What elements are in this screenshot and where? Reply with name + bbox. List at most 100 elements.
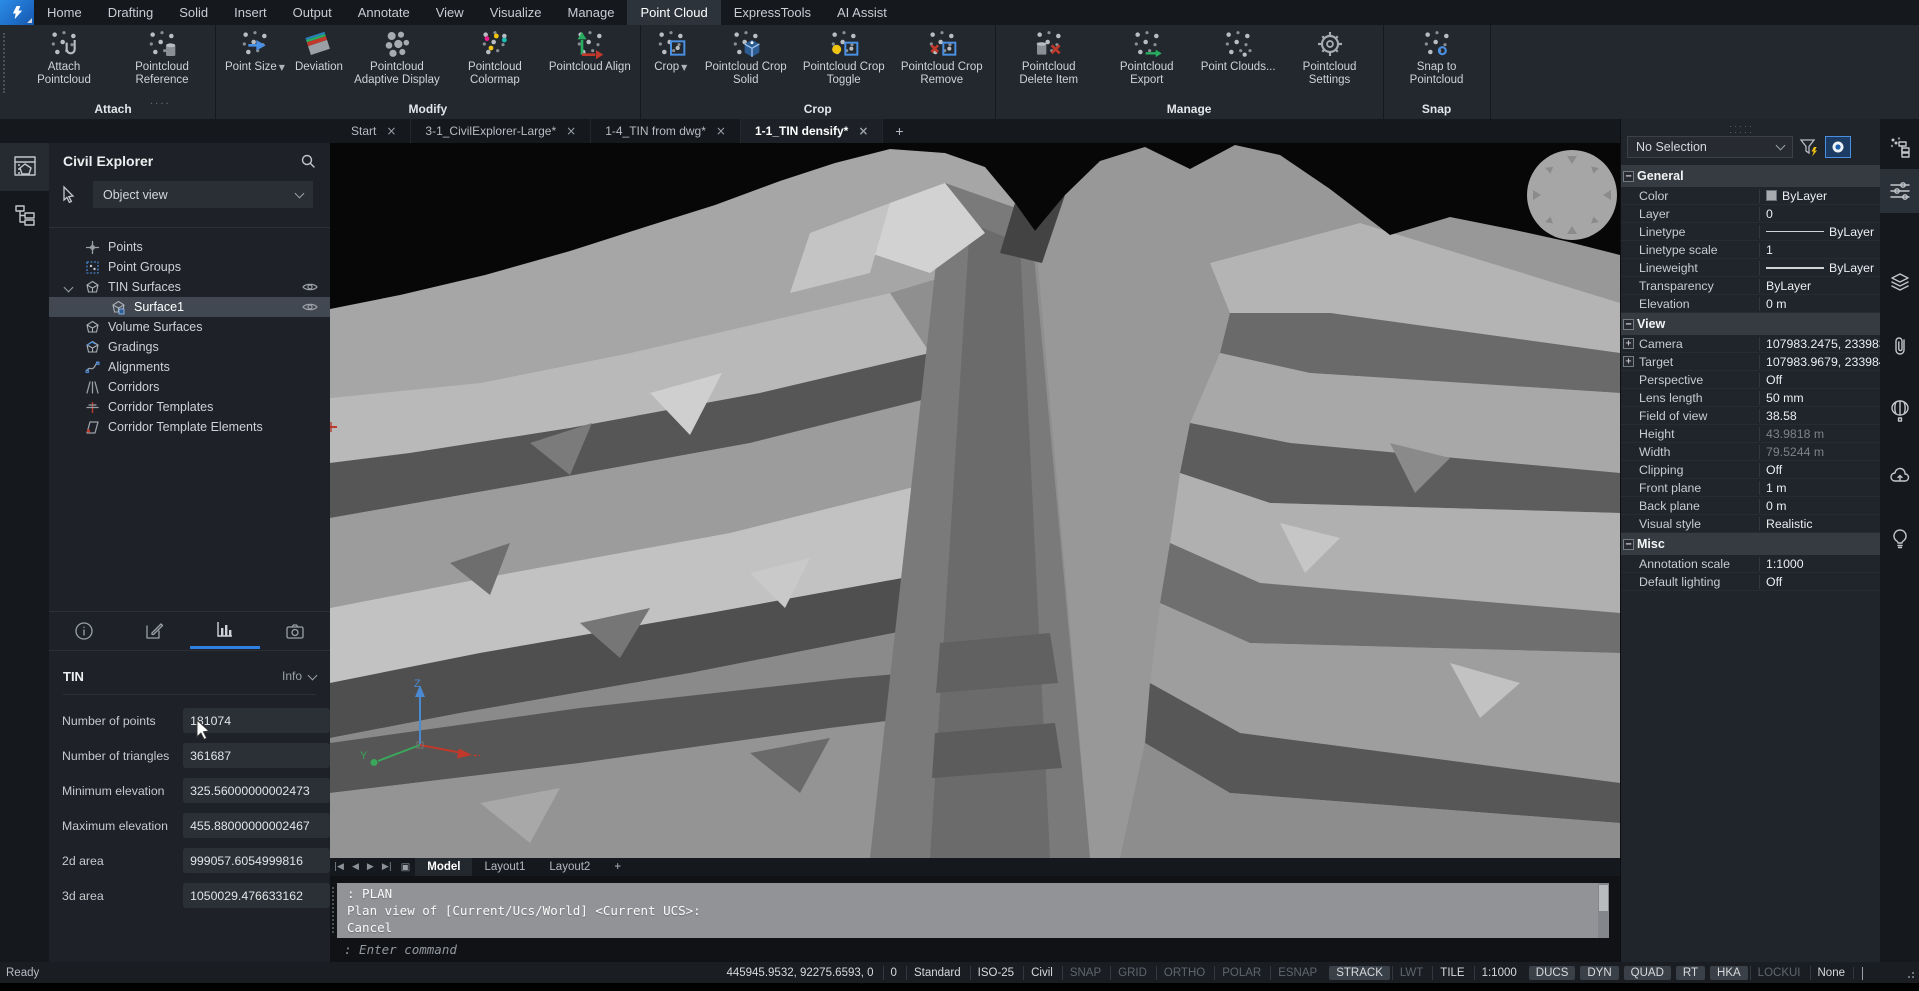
prop-row-lens-length[interactable]: Lens length50 mm xyxy=(1621,389,1880,407)
collapse-icon[interactable]: − xyxy=(1623,539,1634,550)
layout-tab-layout2[interactable]: Layout2 xyxy=(537,858,602,876)
maximum-elevation-value[interactable]: 455.88000000002467 xyxy=(183,813,330,838)
search-icon[interactable] xyxy=(300,153,316,169)
status-overflow-caret[interactable] xyxy=(1853,967,1871,979)
last-layout-button[interactable]: ▶| xyxy=(378,862,396,872)
status-toggle-strack[interactable]: STRACK xyxy=(1329,966,1390,980)
crop-button[interactable]: Crop▼ xyxy=(645,27,697,75)
menu-expresstools[interactable]: ExpressTools xyxy=(721,0,824,25)
menu-point-cloud[interactable]: Point Cloud xyxy=(627,0,720,25)
status-dimstyle[interactable]: ISO-25 xyxy=(970,966,1021,980)
new-document-tab-button[interactable]: + xyxy=(883,119,915,143)
viewport-3d[interactable]: Z Y xyxy=(330,143,1620,858)
doc-tab-start[interactable]: Start× xyxy=(337,119,411,143)
number-of-triangles-value[interactable]: 361687 xyxy=(183,743,330,768)
status-toggle-ducs[interactable]: DUCS xyxy=(1529,966,1576,980)
tab-snapshot[interactable] xyxy=(260,612,330,649)
properties-panel-button[interactable] xyxy=(1880,169,1919,213)
prop-row-target[interactable]: +Target107983.9679, 233984.2024 xyxy=(1621,353,1880,371)
doc-tab-tin-from-dwg[interactable]: 1-4_TIN from dwg*× xyxy=(591,119,741,143)
ribbon-panel-dots[interactable]: ···· xyxy=(150,99,171,110)
tree-item-point-groups[interactable]: Point Groups xyxy=(49,257,330,277)
visibility-eye-icon[interactable] xyxy=(302,281,318,293)
view-selector-dropdown[interactable]: Object view xyxy=(93,181,313,208)
section-misc[interactable]: −Misc xyxy=(1621,533,1880,555)
menu-view[interactable]: View xyxy=(423,0,477,25)
collapse-icon[interactable]: − xyxy=(1623,319,1634,330)
section-general[interactable]: −General xyxy=(1621,165,1880,187)
structure-panel-button[interactable] xyxy=(0,191,49,239)
doc-tab-civilexplorer-large[interactable]: 3-1_CivilExplorer-Large*× xyxy=(411,119,591,143)
3d-area-value[interactable]: 1050029.476633162 xyxy=(183,883,330,908)
previous-layout-button[interactable]: ◀ xyxy=(348,862,363,872)
attach-pointcloud-button[interactable]: Attach Pointcloud xyxy=(15,27,113,88)
tree-item-tin-surfaces[interactable]: TIN Surfaces xyxy=(49,277,330,297)
status-elevation[interactable]: 0 xyxy=(883,966,904,980)
status-toggle-ortho[interactable]: ORTHO xyxy=(1156,966,1212,980)
visibility-eye-icon[interactable] xyxy=(302,301,318,313)
prop-row-visual-style[interactable]: Visual styleRealistic xyxy=(1621,515,1880,533)
pointcloud-settings-button[interactable]: Pointcloud Settings xyxy=(1281,27,1379,88)
tree-item-corridor-templates[interactable]: Corridor Templates xyxy=(49,397,330,417)
point-size-button[interactable]: Point Size▼ xyxy=(220,27,290,75)
status-toggle-quad[interactable]: QUAD xyxy=(1624,966,1671,980)
layout-tab-layout1[interactable]: Layout1 xyxy=(472,858,537,876)
status-toggle-grid[interactable]: GRID xyxy=(1110,966,1154,980)
menu-visualize[interactable]: Visualize xyxy=(477,0,555,25)
doc-tab-tin-densify[interactable]: 1-1_TIN densify*× xyxy=(741,119,883,143)
pointcloud-crop-remove-button[interactable]: Pointcloud Crop Remove xyxy=(893,27,991,88)
menu-insert[interactable]: Insert xyxy=(221,0,280,25)
pointcloud-colormap-button[interactable]: Pointcloud Colormap xyxy=(446,27,544,88)
expand-icon[interactable]: + xyxy=(1623,356,1634,367)
pointcloud-crop-toggle-button[interactable]: Pointcloud Crop Toggle xyxy=(795,27,893,88)
prop-row-layer[interactable]: Layer0 xyxy=(1621,205,1880,223)
2d-area-value[interactable]: 999057.6054999816 xyxy=(183,848,330,873)
filter-icon[interactable] xyxy=(1798,136,1820,158)
pointcloud-reference-button[interactable]: Pointcloud Reference xyxy=(113,27,211,88)
prop-row-front-plane[interactable]: Front plane1 m xyxy=(1621,479,1880,497)
bricsys-247-panel-button[interactable] xyxy=(1880,389,1919,433)
pointcloud-crop-solid-button[interactable]: Pointcloud Crop Solid xyxy=(697,27,795,88)
close-icon[interactable]: × xyxy=(386,124,396,138)
status-annotation-scale[interactable]: 1:1000 xyxy=(1474,966,1524,980)
snap-to-pointcloud-button[interactable]: Snap to Pointcloud xyxy=(1388,27,1486,88)
selection-dropdown[interactable]: No Selection xyxy=(1627,136,1793,158)
pointcloud-manager-panel-button[interactable] xyxy=(1880,125,1919,169)
section-view[interactable]: −View xyxy=(1621,313,1880,335)
prop-row-linetype[interactable]: LinetypeByLayer xyxy=(1621,223,1880,241)
pointcloud-adaptive-display-button[interactable]: Pointcloud Adaptive Display xyxy=(348,27,446,88)
cloud-upload-panel-button[interactable] xyxy=(1880,454,1919,498)
prop-row-perspective[interactable]: PerspectiveOff xyxy=(1621,371,1880,389)
command-history[interactable]: : PLAN Plan view of [Current/Ucs/World] … xyxy=(337,883,1609,938)
status-workspace-civil[interactable]: Civil xyxy=(1023,966,1060,980)
tips-panel-button[interactable] xyxy=(1880,517,1919,561)
tin-mode-dropdown[interactable]: Info xyxy=(282,669,316,683)
menu-manage[interactable]: Manage xyxy=(554,0,627,25)
collapse-icon[interactable]: − xyxy=(1623,171,1634,182)
new-layout-button[interactable]: + xyxy=(602,858,633,876)
point-clouds-button[interactable]: Point Clouds... xyxy=(1196,27,1281,75)
menu-ai-assist[interactable]: AI Assist xyxy=(824,0,900,25)
status-toggle-snap[interactable]: SNAP xyxy=(1062,966,1108,980)
expand-icon[interactable]: + xyxy=(1623,338,1634,349)
view-rotation-dial[interactable] xyxy=(1524,147,1620,243)
next-layout-button[interactable]: ▶ xyxy=(363,862,378,872)
close-icon[interactable]: × xyxy=(858,124,868,138)
prop-row-annotation-scale[interactable]: Annotation scale1:1000 xyxy=(1621,555,1880,573)
tree-item-corridor-template-elements[interactable]: Corridor Template Elements xyxy=(49,417,330,437)
status-toggle-polar[interactable]: POLAR xyxy=(1214,966,1268,980)
panel-drag-dots[interactable]: ·········· xyxy=(1729,123,1754,135)
expander-chevron-icon[interactable] xyxy=(64,282,74,292)
status-toggle-hka[interactable]: HKA xyxy=(1710,966,1748,980)
scrollbar-thumb[interactable] xyxy=(1599,885,1608,911)
deviation-button[interactable]: Deviation xyxy=(290,27,348,75)
status-toggle-lwt[interactable]: LWT xyxy=(1392,966,1430,980)
prop-row-color[interactable]: ColorByLayer xyxy=(1621,187,1880,205)
command-scrollbar[interactable] xyxy=(1598,883,1609,938)
prop-row-lineweight[interactable]: LineweightByLayer xyxy=(1621,259,1880,277)
tab-statistics[interactable] xyxy=(190,612,260,649)
status-toggle-dyn[interactable]: DYN xyxy=(1580,966,1618,980)
menu-drafting[interactable]: Drafting xyxy=(95,0,167,25)
layers-panel-button[interactable] xyxy=(1880,259,1919,303)
tree-item-corridors[interactable]: Corridors xyxy=(49,377,330,397)
